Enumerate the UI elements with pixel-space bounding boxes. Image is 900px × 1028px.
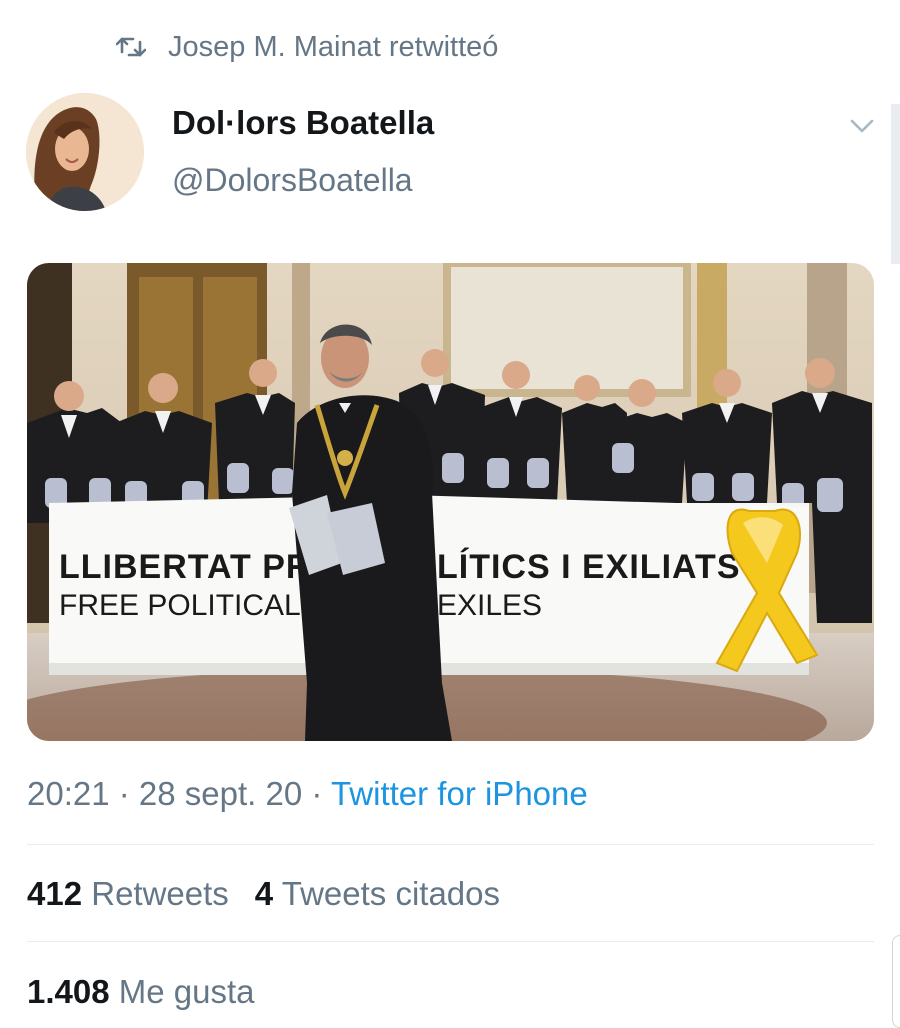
retweet-context[interactable]: Josep M. Mainat retwitteó [116, 28, 498, 66]
likes-row: 1.408 Me gusta [27, 973, 281, 1011]
quotes-count: 4 [254, 875, 274, 912]
retweet-icon [116, 37, 146, 57]
tweet-time: 20:21 [27, 775, 110, 812]
quotes-stat[interactable]: 4 Tweets citados [255, 875, 500, 913]
avatar[interactable] [26, 93, 144, 211]
banner-line2-right: EXILES [437, 589, 542, 622]
edge-handle[interactable] [892, 935, 900, 1028]
banner-line1-left: LLIBERTAT PRE [59, 548, 335, 586]
retweets-count: 412 [27, 875, 83, 912]
author-handle[interactable]: @DolorsBoatella [172, 162, 413, 199]
quotes-label: Tweets citados [281, 875, 501, 912]
divider [27, 844, 874, 845]
tweet-image[interactable]: LLIBERTAT PRE LÍTICS I EXILIATS FREE POL… [27, 263, 874, 741]
scrollbar[interactable] [891, 104, 900, 264]
meta-separator: · [109, 775, 139, 812]
tweet-meta: 20:21 · 28 sept. 20 · Twitter for iPhone [27, 775, 588, 813]
retweet-context-label: Josep M. Mainat retwitteó [168, 30, 499, 63]
tweet-date: 28 sept. 20 [138, 775, 303, 812]
banner-line1-right: LÍTICS I EXILIATS [437, 548, 741, 586]
likes-stat[interactable]: 1.408 Me gusta [27, 973, 255, 1011]
likes-label: Me gusta [118, 973, 255, 1010]
tweet-source-link[interactable]: Twitter for iPhone [331, 775, 588, 812]
author-name[interactable]: Dol·lors Boatella [172, 104, 434, 142]
avatar-photo [26, 93, 144, 211]
likes-count: 1.408 [27, 973, 110, 1010]
stats-row: 412 Retweets 4 Tweets citados [27, 875, 526, 913]
meta-separator-2: · [302, 775, 331, 812]
retweets-label: Retweets [91, 875, 229, 912]
retweets-stat[interactable]: 412 Retweets [27, 875, 229, 913]
chevron-down-icon[interactable] [846, 112, 878, 140]
divider [27, 941, 874, 942]
